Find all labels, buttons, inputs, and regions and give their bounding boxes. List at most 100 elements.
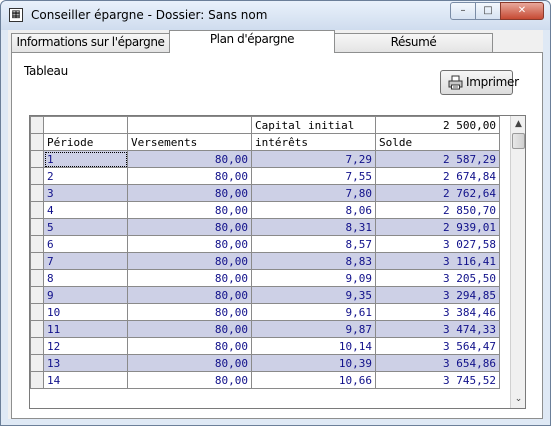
cell-periode[interactable]: 13 <box>43 354 128 372</box>
cell-solde[interactable]: 3 027,58 <box>375 235 500 253</box>
empty-cell[interactable] <box>127 116 252 134</box>
cell-solde[interactable]: 3 654,86 <box>375 354 500 372</box>
cell-periode[interactable]: 1 <box>43 150 128 168</box>
cell-periode[interactable]: 9 <box>43 286 128 304</box>
column-header-versements[interactable]: Versements <box>127 133 252 151</box>
cell-periode[interactable]: 12 <box>43 337 128 355</box>
column-header-periode[interactable]: Période <box>43 133 128 151</box>
cell-versements[interactable]: 80,00 <box>127 252 252 270</box>
row-header-cell[interactable] <box>30 354 44 372</box>
table-row[interactable]: 9 80,00 9,35 3 294,85 <box>30 286 500 304</box>
table-row[interactable]: 2 80,00 7,55 2 674,84 <box>30 167 500 185</box>
cell-versements[interactable]: 80,00 <box>127 150 252 168</box>
row-header-cell[interactable] <box>30 184 44 202</box>
cell-interets[interactable]: 7,80 <box>251 184 376 202</box>
cell-periode[interactable]: 14 <box>43 371 128 389</box>
cell-periode[interactable]: 11 <box>43 320 128 338</box>
print-button[interactable]: Imprimer <box>440 70 519 95</box>
table-row[interactable]: 14 80,00 10,66 3 745,52 <box>30 371 500 389</box>
table-row[interactable]: 6 80,00 8,57 3 027,58 <box>30 235 500 253</box>
title-bar[interactable]: ▦ Conseiller épargne - Dossier: Sans nom… <box>1 1 550 30</box>
column-header-interets[interactable]: intérêts <box>251 133 376 151</box>
cell-periode[interactable]: 5 <box>43 218 128 236</box>
cell-versements[interactable]: 80,00 <box>127 303 252 321</box>
cell-solde[interactable]: 3 116,41 <box>375 252 500 270</box>
cell-interets[interactable]: 9,61 <box>251 303 376 321</box>
cell-interets[interactable]: 9,35 <box>251 286 376 304</box>
vertical-scrollbar[interactable]: ▲ ⌄ <box>510 116 525 408</box>
row-header-cell[interactable] <box>30 337 44 355</box>
row-header-cell[interactable] <box>30 320 44 338</box>
cell-versements[interactable]: 80,00 <box>127 201 252 219</box>
table-row[interactable]: 10 80,00 9,61 3 384,46 <box>30 303 500 321</box>
cell-interets[interactable]: 7,55 <box>251 167 376 185</box>
empty-cell[interactable] <box>43 116 128 134</box>
tab-resume[interactable]: Résumé <box>334 33 493 52</box>
tab-plan-epargne[interactable]: Plan d'épargne <box>169 30 335 53</box>
row-header-cell[interactable] <box>30 252 44 270</box>
cell-solde[interactable]: 2 762,64 <box>375 184 500 202</box>
cell-interets[interactable]: 8,31 <box>251 218 376 236</box>
cell-versements[interactable]: 80,00 <box>127 286 252 304</box>
cell-solde[interactable]: 3 745,52 <box>375 371 500 389</box>
table-row[interactable]: 12 80,00 10,14 3 564,47 <box>30 337 500 355</box>
row-header-cell[interactable] <box>30 133 44 151</box>
cell-solde[interactable]: 2 587,29 <box>375 150 500 168</box>
maximize-button[interactable]: □ <box>475 2 501 20</box>
row-header-cell[interactable] <box>30 218 44 236</box>
cell-periode[interactable]: 10 <box>43 303 128 321</box>
cell-interets[interactable]: 10,66 <box>251 371 376 389</box>
table-row[interactable]: 11 80,00 9,87 3 474,33 <box>30 320 500 338</box>
cell-solde[interactable]: 3 205,50 <box>375 269 500 287</box>
cell-versements[interactable]: 80,00 <box>127 235 252 253</box>
cell-versements[interactable]: 80,00 <box>127 184 252 202</box>
scrollbar-thumb[interactable] <box>512 133 525 149</box>
table-row[interactable]: 3 80,00 7,80 2 762,64 <box>30 184 500 202</box>
table-row[interactable]: 5 80,00 8,31 2 939,01 <box>30 218 500 236</box>
initial-capital-value[interactable]: 2 500,00 <box>375 116 500 134</box>
tab-informations[interactable]: Informations sur l'épargne <box>11 33 170 52</box>
row-header-cell[interactable] <box>30 371 44 389</box>
scroll-down-arrow-icon[interactable]: ⌄ <box>511 391 525 408</box>
cell-versements[interactable]: 80,00 <box>127 354 252 372</box>
cell-interets[interactable]: 8,83 <box>251 252 376 270</box>
close-button[interactable]: ✕ <box>500 2 544 20</box>
row-header-cell[interactable] <box>30 303 44 321</box>
table-row[interactable]: 1 80,00 7,29 2 587,29 <box>30 150 500 168</box>
cell-interets[interactable]: 8,06 <box>251 201 376 219</box>
column-header-solde[interactable]: Solde <box>375 133 500 151</box>
cell-interets[interactable]: 10,14 <box>251 337 376 355</box>
cell-interets[interactable]: 7,29 <box>251 150 376 168</box>
cell-interets[interactable]: 8,57 <box>251 235 376 253</box>
row-header-cell[interactable] <box>30 116 44 134</box>
savings-plan-grid[interactable]: Capital initial 2 500,00 Période Verseme… <box>29 115 526 409</box>
table-row[interactable]: 13 80,00 10,39 3 654,86 <box>30 354 500 372</box>
minimize-button[interactable]: – <box>450 2 476 20</box>
scroll-up-arrow-icon[interactable]: ▲ <box>511 116 525 133</box>
cell-periode[interactable]: 2 <box>43 167 128 185</box>
cell-solde[interactable]: 3 294,85 <box>375 286 500 304</box>
cell-solde[interactable]: 2 674,84 <box>375 167 500 185</box>
cell-versements[interactable]: 80,00 <box>127 218 252 236</box>
cell-interets[interactable]: 9,87 <box>251 320 376 338</box>
cell-periode[interactable]: 8 <box>43 269 128 287</box>
row-header-cell[interactable] <box>30 269 44 287</box>
cell-versements[interactable]: 80,00 <box>127 269 252 287</box>
cell-versements[interactable]: 80,00 <box>127 320 252 338</box>
cell-solde[interactable]: 3 474,33 <box>375 320 500 338</box>
row-header-cell[interactable] <box>30 235 44 253</box>
cell-versements[interactable]: 80,00 <box>127 371 252 389</box>
cell-versements[interactable]: 80,00 <box>127 337 252 355</box>
cell-solde[interactable]: 2 850,70 <box>375 201 500 219</box>
cell-periode[interactable]: 4 <box>43 201 128 219</box>
row-header-cell[interactable] <box>30 286 44 304</box>
cell-interets[interactable]: 10,39 <box>251 354 376 372</box>
row-header-cell[interactable] <box>30 150 44 168</box>
table-row[interactable]: 4 80,00 8,06 2 850,70 <box>30 201 500 219</box>
cell-periode[interactable]: 3 <box>43 184 128 202</box>
table-row[interactable]: 8 80,00 9,09 3 205,50 <box>30 269 500 287</box>
cell-interets[interactable]: 9,09 <box>251 269 376 287</box>
cell-periode[interactable]: 7 <box>43 252 128 270</box>
cell-solde[interactable]: 3 384,46 <box>375 303 500 321</box>
cell-solde[interactable]: 2 939,01 <box>375 218 500 236</box>
